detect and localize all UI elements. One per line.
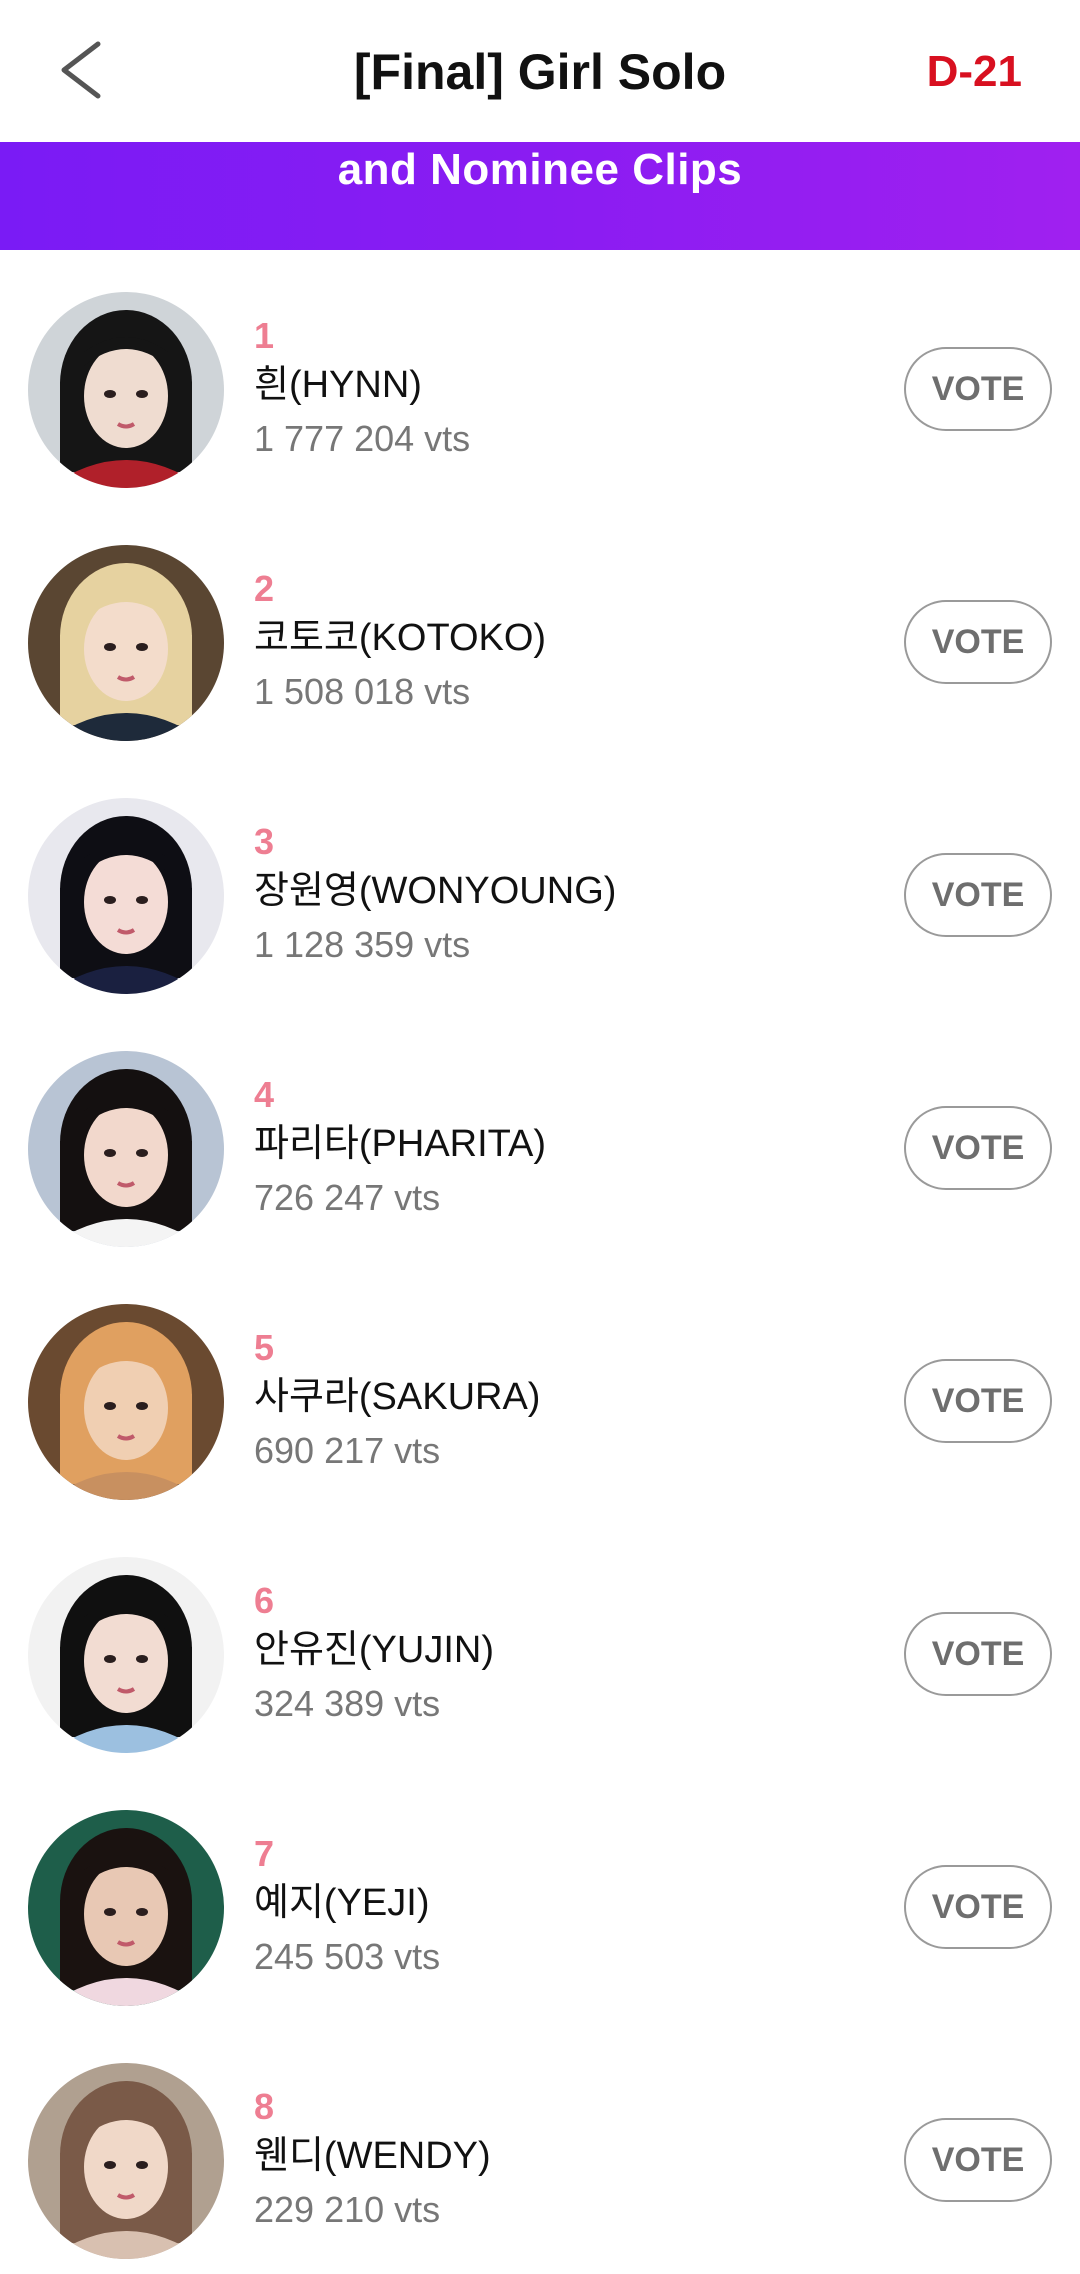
nominee-avatar[interactable] (28, 1051, 224, 1247)
list-item: 8 웬디(WENDY) 229 210 vts VOTE (0, 2021, 1080, 2274)
vote-button[interactable]: VOTE (904, 1865, 1052, 1949)
nominee-avatar[interactable] (28, 2063, 224, 2259)
list-item: 1 흰(HYNN) 1 777 204 vts VOTE (0, 250, 1080, 503)
top-bar: [Final] Girl Solo D-21 (0, 0, 1080, 142)
nominee-name: 흰(HYNN) (254, 364, 422, 406)
nominee-info: 7 예지(YEJI) 245 503 vts (254, 1832, 440, 1984)
vote-button[interactable]: VOTE (904, 600, 1052, 684)
vote-count: 1 508 018 vts (254, 671, 471, 712)
list-item: 4 파리타(PHARITA) 726 247 vts VOTE (0, 1009, 1080, 1262)
rank-number: 6 (254, 1580, 275, 1621)
nominee-info: 3 장원영(WONYOUNG) 1 128 359 vts (254, 820, 616, 972)
vote-button[interactable]: VOTE (904, 2118, 1052, 2202)
rank-number: 1 (254, 315, 275, 356)
rank-number: 3 (254, 821, 275, 862)
vote-count: 229 210 vts (254, 2189, 441, 2230)
nominee-avatar[interactable] (28, 1304, 224, 1500)
nominee-name: 안유진(YUJIN) (254, 1629, 494, 1671)
vote-button[interactable]: VOTE (904, 1612, 1052, 1696)
nominee-name: 장원영(WONYOUNG) (254, 870, 617, 912)
vote-button[interactable]: VOTE (904, 853, 1052, 937)
rank-number: 2 (254, 568, 275, 609)
nominee-name: 웬디(WENDY) (254, 2135, 491, 2177)
nominee-info: 5 사쿠라(SAKURA) 690 217 vts (254, 1326, 540, 1478)
vote-count: 245 503 vts (254, 1936, 441, 1977)
nominee-avatar[interactable] (28, 1810, 224, 2006)
list-item: 3 장원영(WONYOUNG) 1 128 359 vts VOTE (0, 756, 1080, 1009)
rank-number: 7 (254, 1833, 275, 1874)
nominee-name: 예지(YEJI) (254, 1882, 430, 1924)
vote-count: 324 389 vts (254, 1683, 441, 1724)
nominee-info: 1 흰(HYNN) 1 777 204 vts (254, 314, 470, 466)
rank-number: 4 (254, 1074, 275, 1115)
nominee-avatar[interactable] (28, 1557, 224, 1753)
nominee-info: 6 안유진(YUJIN) 324 389 vts (254, 1579, 494, 1731)
nominee-name: 사쿠라(SAKURA) (254, 1376, 541, 1418)
nominee-avatar[interactable] (28, 798, 224, 994)
vote-count: 1 128 359 vts (254, 924, 471, 965)
nominee-name: 파리타(PHARITA) (254, 1123, 547, 1165)
nominee-info: 8 웬디(WENDY) 229 210 vts (254, 2085, 491, 2237)
vote-button[interactable]: VOTE (904, 1106, 1052, 1190)
promo-banner[interactable]: and Nominee Clips (0, 142, 1080, 250)
days-remaining-badge: D-21 (926, 47, 1022, 96)
list-item: 7 예지(YEJI) 245 503 vts VOTE (0, 1768, 1080, 2021)
list-item: 5 사쿠라(SAKURA) 690 217 vts VOTE (0, 1262, 1080, 1515)
nominee-list: 1 흰(HYNN) 1 777 204 vts VOTE 2 코토코(KOTOKO) 1 5… (0, 250, 1080, 2274)
nominee-info: 4 파리타(PHARITA) 726 247 vts (254, 1073, 546, 1225)
nominee-name: 코토코(KOTOKO) (254, 617, 547, 659)
list-item: 6 안유진(YUJIN) 324 389 vts VOTE (0, 1515, 1080, 1768)
rank-number: 5 (254, 1327, 275, 1368)
vote-count: 690 217 vts (254, 1430, 441, 1471)
vote-count: 726 247 vts (254, 1177, 441, 1218)
vote-button[interactable]: VOTE (904, 347, 1052, 431)
nominee-avatar[interactable] (28, 292, 224, 488)
banner-text: and Nominee Clips (337, 145, 743, 194)
vote-count: 1 777 204 vts (254, 418, 471, 459)
vote-button[interactable]: VOTE (904, 1359, 1052, 1443)
nominee-info: 2 코토코(KOTOKO) 1 508 018 vts (254, 567, 546, 719)
page-title: [Final] Girl Solo (353, 44, 727, 100)
list-item: 2 코토코(KOTOKO) 1 508 018 vts VOTE (0, 503, 1080, 756)
nominee-avatar[interactable] (28, 545, 224, 741)
rank-number: 8 (254, 2086, 275, 2127)
